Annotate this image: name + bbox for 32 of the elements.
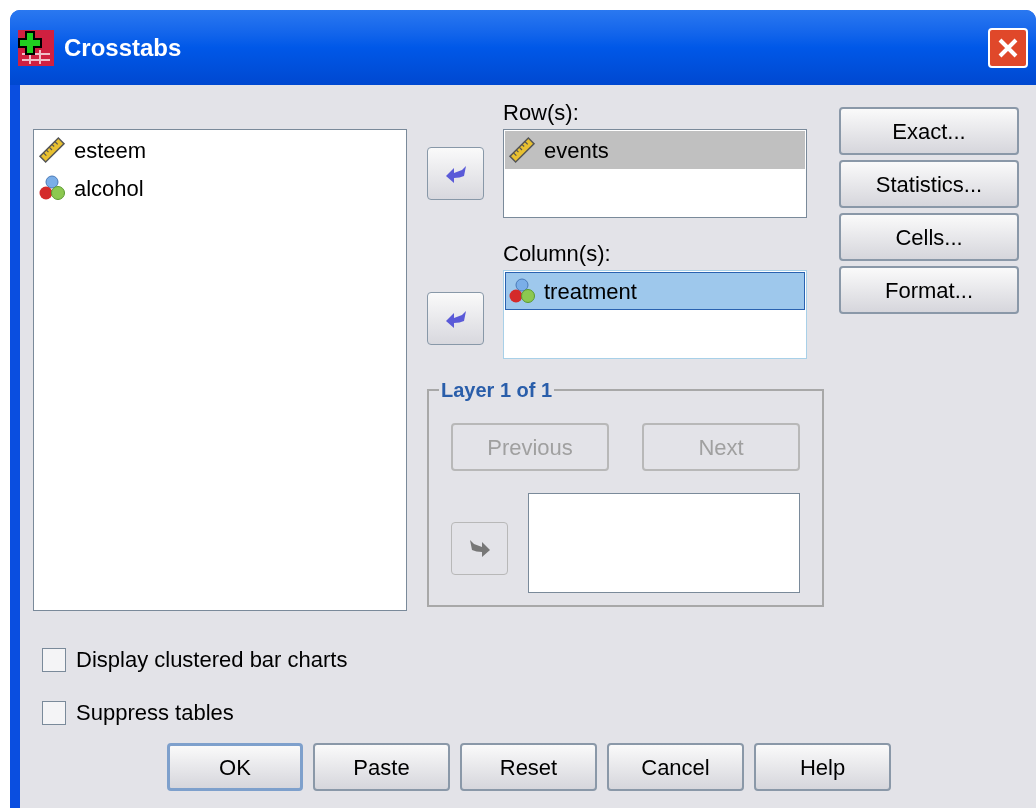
checkbox[interactable]: [42, 647, 66, 672]
dialog-button[interactable]: Exact...: [839, 107, 1019, 155]
layer-list[interactable]: [528, 493, 800, 593]
variable-item[interactable]: events: [505, 131, 805, 169]
variable-list[interactable]: esteem alcohol: [33, 129, 407, 611]
variable-item[interactable]: alcohol: [35, 169, 405, 207]
circles-icon: [38, 174, 66, 202]
window-title: Crosstabs: [64, 32, 182, 63]
checkbox-label: Suppress tables: [76, 699, 234, 727]
move-button[interactable]: [427, 147, 484, 200]
move-button[interactable]: [427, 292, 484, 345]
target-list[interactable]: events: [503, 129, 807, 218]
variable-item[interactable]: esteem: [35, 131, 405, 169]
dialog-button[interactable]: Statistics...: [839, 160, 1019, 208]
dialog-button[interactable]: Format...: [839, 266, 1019, 314]
app-icon: [18, 29, 54, 66]
dialog-button[interactable]: Reset: [460, 743, 597, 791]
dialog-button[interactable]: Paste: [313, 743, 450, 791]
group-title: Layer 1 of 1: [440, 378, 554, 403]
dialog-button[interactable]: Cells...: [839, 213, 1019, 261]
checkbox[interactable]: [42, 700, 66, 725]
dialog-button[interactable]: Cancel: [607, 743, 744, 791]
dialog-button[interactable]: OK: [167, 743, 303, 791]
target-list[interactable]: treatment: [503, 270, 807, 359]
arrow-icon: [467, 538, 492, 558]
checkbox-label: Display clustered bar charts: [76, 646, 348, 674]
list-label: Row(s):: [503, 101, 580, 125]
circles-icon: [508, 277, 536, 305]
dialog-button[interactable]: Help: [754, 743, 891, 791]
close-button[interactable]: [988, 27, 1028, 68]
variable-item[interactable]: treatment: [505, 272, 805, 310]
list-label: Column(s):: [503, 242, 612, 266]
